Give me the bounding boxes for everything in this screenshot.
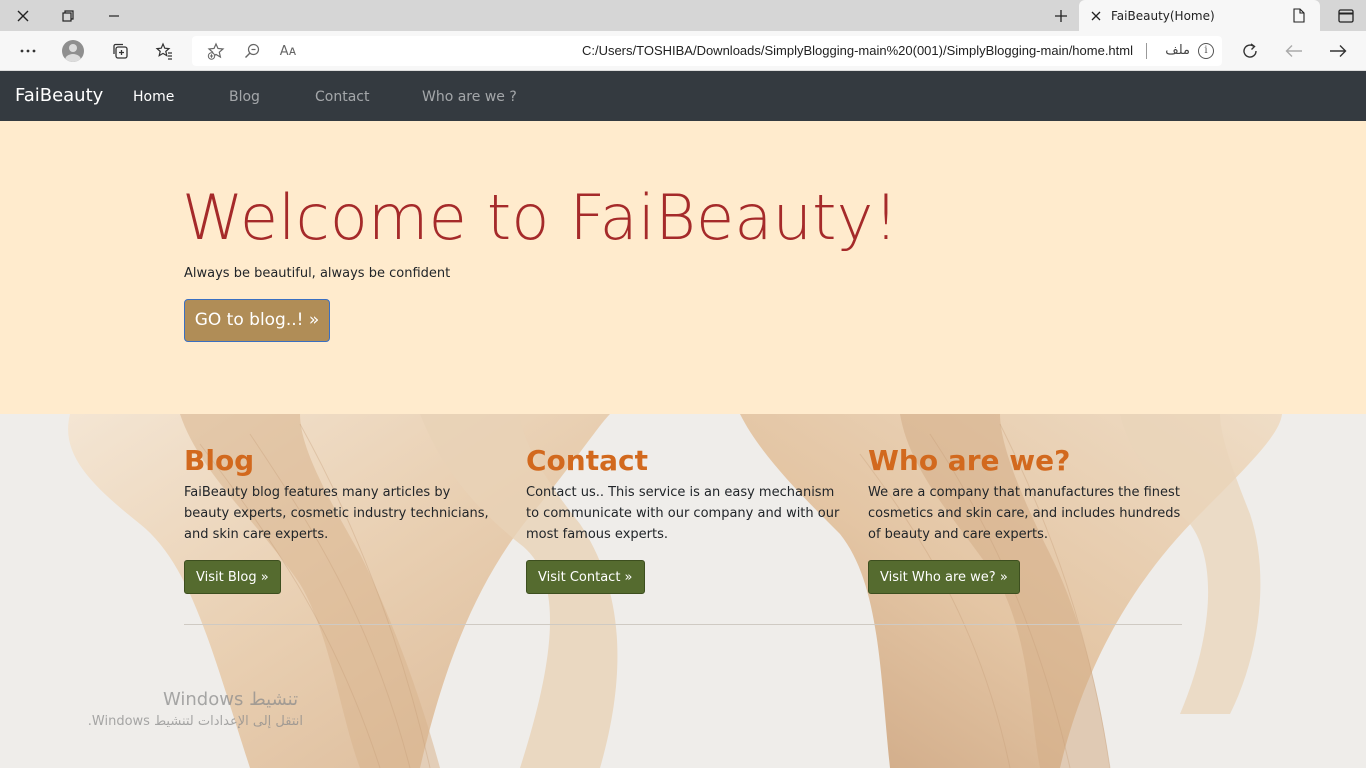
address-bar[interactable]: Aᴀ C:/Users/TOSHIBA/Downloads/SimplyBlog… (192, 36, 1222, 66)
window-close-icon[interactable] (0, 0, 46, 31)
hero-title: Welcome to FaiBeauty! (182, 181, 899, 254)
document-icon (1286, 0, 1312, 31)
window-restore-icon[interactable] (45, 0, 91, 31)
site-brand[interactable]: FaiBeauty (15, 71, 103, 121)
hero-jumbotron: Welcome to FaiBeauty! Always be beautifu… (0, 121, 1366, 414)
visit-blog-button[interactable]: Visit Blog » (184, 560, 281, 594)
back-icon[interactable] (1277, 31, 1311, 71)
more-options-icon[interactable] (11, 31, 45, 71)
tab-actions-icon[interactable] (1326, 0, 1366, 31)
section-divider (184, 624, 1182, 625)
refresh-icon[interactable] (1233, 31, 1267, 71)
window-minimize-icon[interactable] (91, 0, 137, 31)
feature-column-who-are-we: Who are we? We are a company that manufa… (868, 444, 1183, 594)
feature-column-blog: Blog FaiBeauty blog features many articl… (184, 444, 499, 594)
go-to-blog-button[interactable]: GO to blog..! » (184, 299, 330, 342)
nav-link-contact[interactable]: Contact (315, 71, 369, 121)
contact-description: Contact us.. This service is an easy mec… (526, 485, 840, 542)
activation-watermark-title: Windows تنشيط (163, 689, 299, 710)
read-aloud-icon[interactable]: Aᴀ (270, 36, 306, 66)
new-tab-icon[interactable] (1046, 0, 1076, 31)
collections-icon[interactable] (103, 31, 137, 71)
site-info-icon[interactable]: i (1198, 43, 1214, 59)
blog-description: FaiBeauty blog features many articles by… (184, 485, 489, 542)
tab-close-icon[interactable] (1083, 0, 1109, 31)
address-separator (1146, 43, 1147, 59)
file-label: ملف (1165, 43, 1190, 58)
nav-link-home[interactable]: Home (133, 71, 174, 121)
hero-subtitle: Always be beautiful, always be confident (184, 266, 451, 281)
avatar (62, 40, 84, 62)
browser-tab-active[interactable]: FaiBeauty(Home) (1079, 0, 1320, 31)
blog-heading: Blog (184, 444, 255, 477)
nav-link-blog[interactable]: Blog (229, 71, 260, 121)
tab-title: FaiBeauty(Home) (1111, 8, 1215, 23)
visit-contact-button[interactable]: Visit Contact » (526, 560, 645, 594)
favorites-icon[interactable] (147, 31, 181, 71)
forward-icon[interactable] (1321, 31, 1355, 71)
address-url[interactable]: C:/Users/TOSHIBA/Downloads/SimplyBloggin… (582, 36, 1133, 66)
nav-link-who-are-we[interactable]: Who are we ? (422, 71, 517, 121)
add-favorite-icon[interactable] (198, 36, 234, 66)
zoom-icon[interactable] (234, 36, 270, 66)
who-are-we-heading: Who are we? (868, 444, 1071, 477)
browser-tab-strip: FaiBeauty(Home) (0, 0, 1366, 31)
visit-who-are-we-button[interactable]: Visit Who are we? » (868, 560, 1020, 594)
profile-avatar-icon[interactable] (56, 31, 90, 71)
who-are-we-description: We are a company that manufactures the f… (868, 485, 1181, 542)
site-navbar: FaiBeauty Home Blog Contact Who are we ? (0, 71, 1366, 121)
feature-column-contact: Contact Contact us.. This service is an … (526, 444, 841, 594)
activation-watermark-subtitle: انتقل إلى الإعدادات لتنشيط Windows. (87, 714, 303, 729)
contact-heading: Contact (526, 444, 648, 477)
